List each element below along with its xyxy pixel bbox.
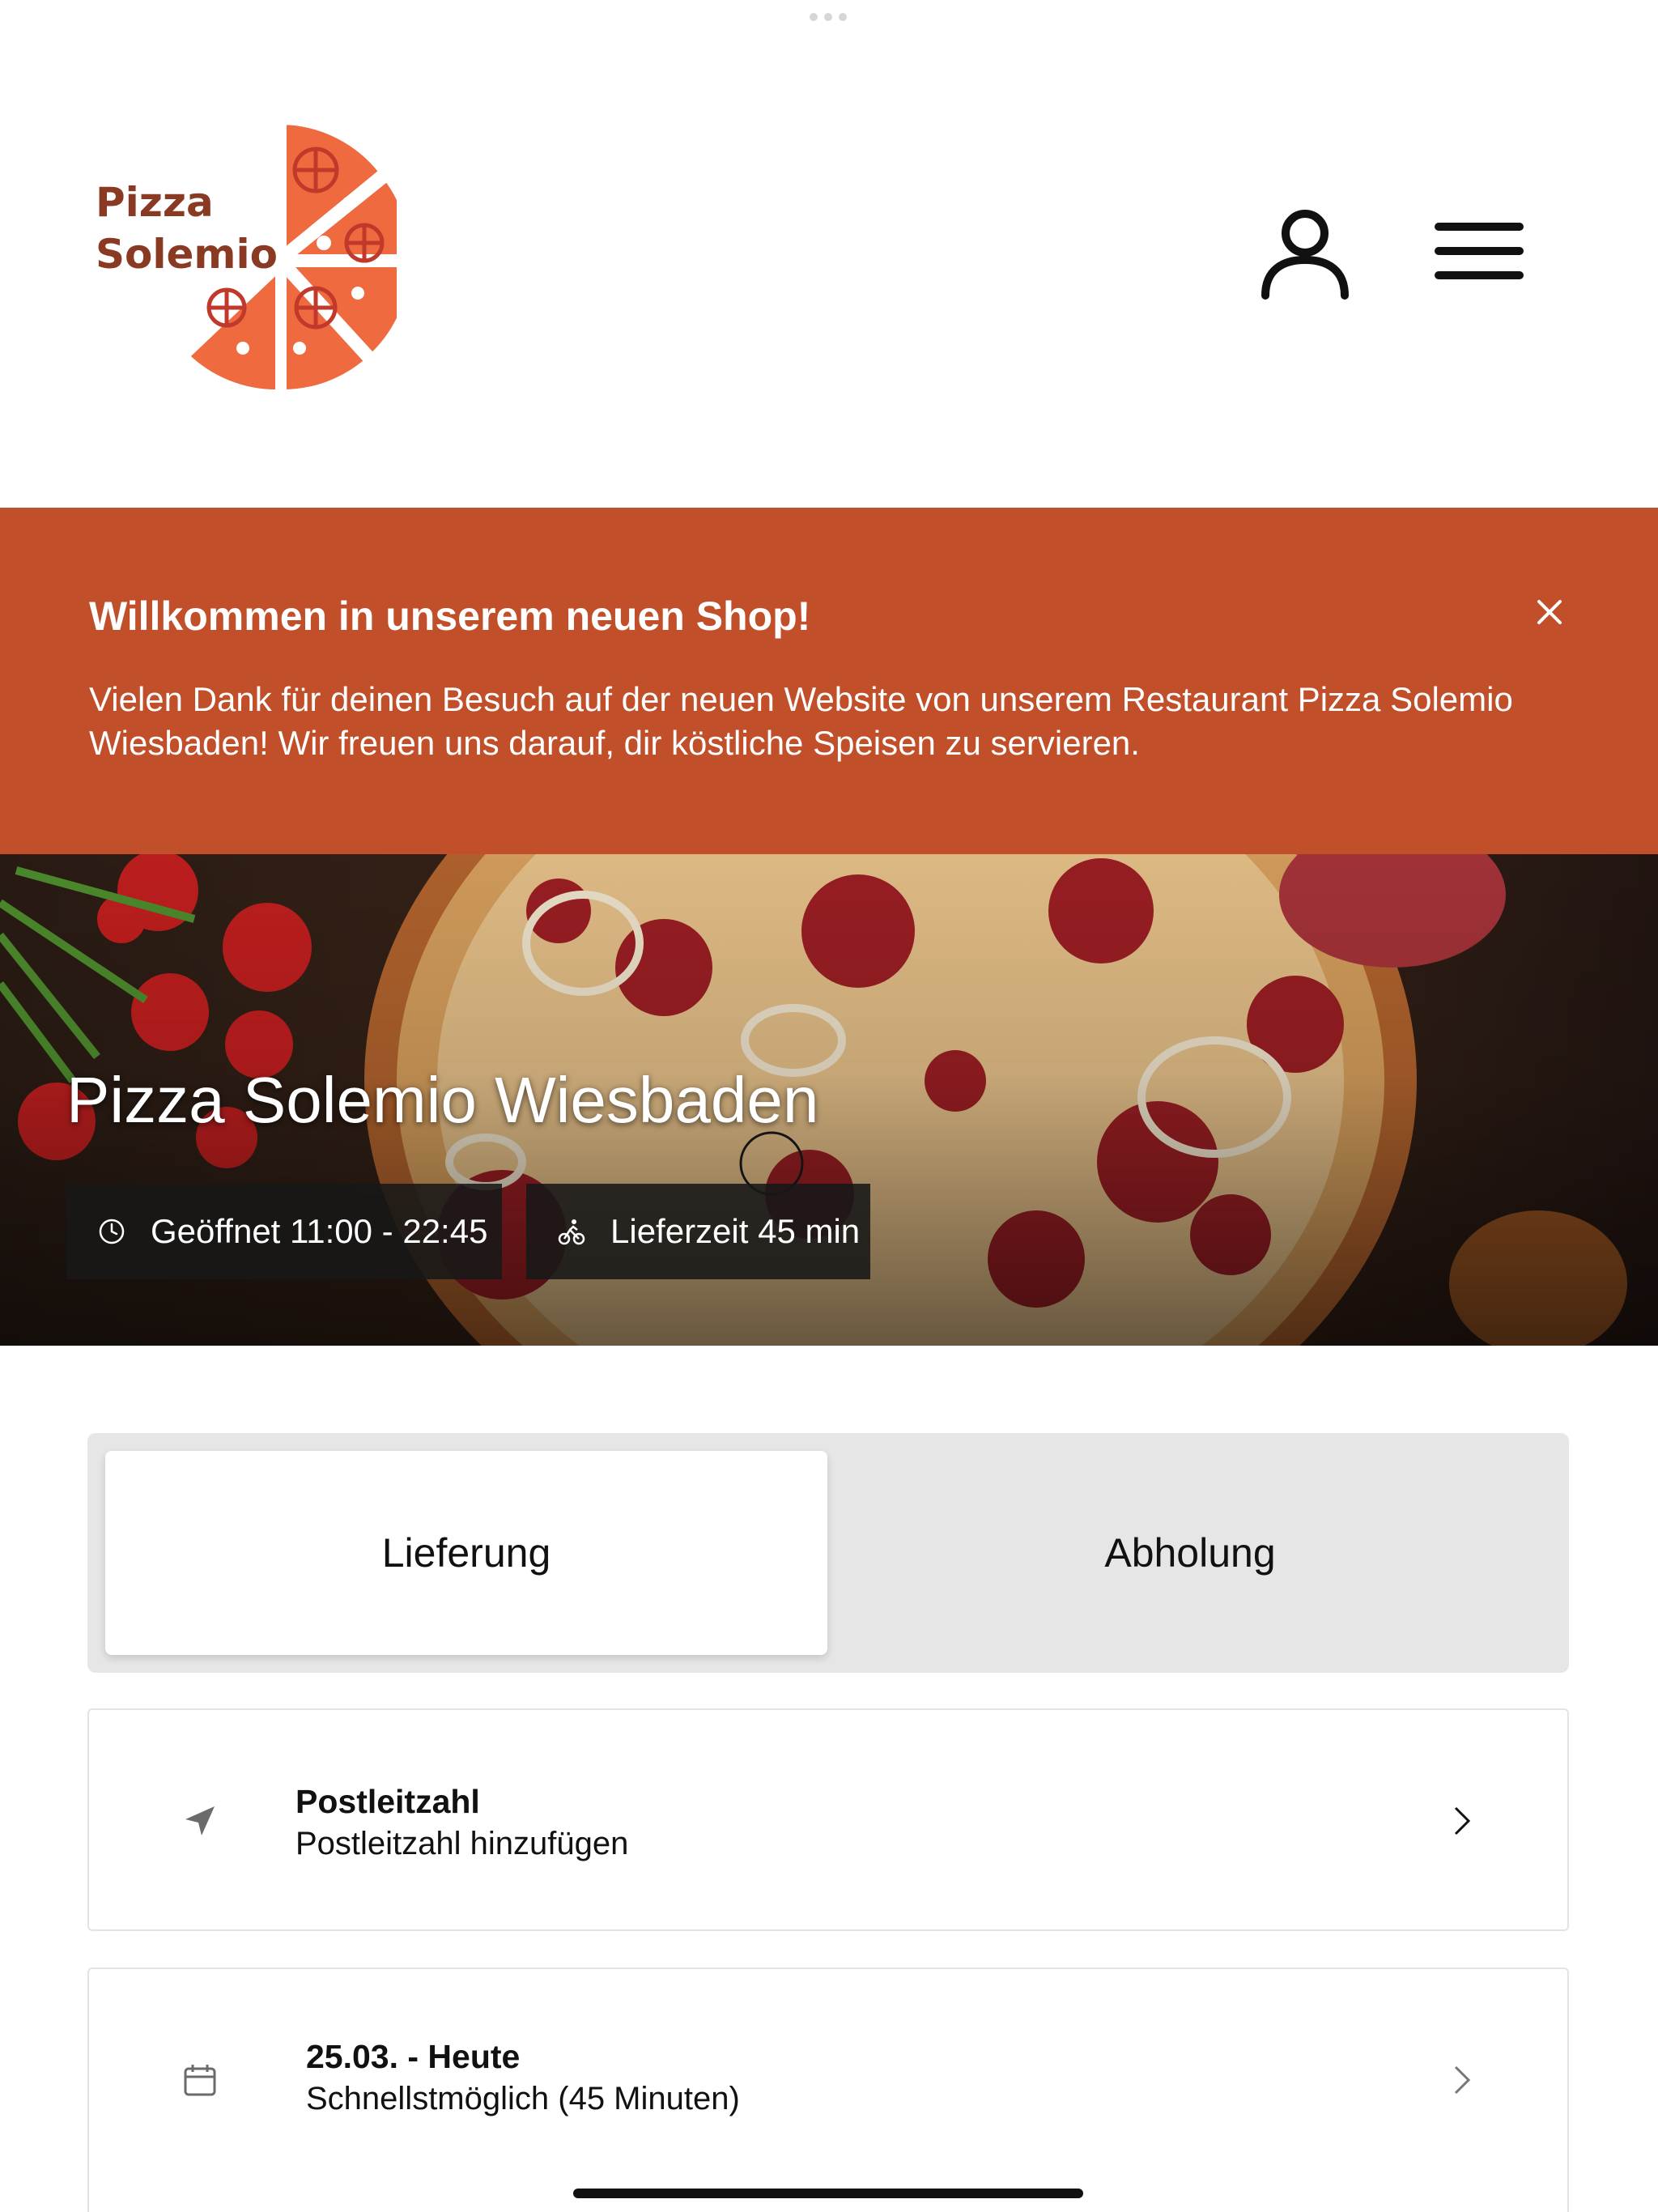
delivery-time-badge: Lieferzeit 45 min (526, 1184, 870, 1279)
restaurant-name: Pizza Solemio Wiesbaden (66, 1064, 819, 1136)
opening-hours-badge: Geöffnet 11:00 - 22:45 (66, 1184, 502, 1279)
schedule-title: 25.03. - Heute (306, 2038, 521, 2075)
postcode-card[interactable]: Postleitzahl Postleitzahl hinzufügen (87, 1708, 1569, 1931)
schedule-subtitle: Schnellstmöglich (45 Minuten) (306, 2081, 740, 2116)
location-arrow-icon (185, 1806, 215, 1836)
home-indicator[interactable] (573, 2189, 1083, 2198)
calendar-icon (184, 2065, 216, 2096)
page: Pizza Solemio Willkommen in unserem neue… (0, 0, 1658, 2212)
clock-icon (99, 1219, 125, 1244)
welcome-banner: Willkommen in unserem neuen Shop! Vielen… (0, 508, 1658, 854)
delivery-time-text: Lieferzeit 45 min (610, 1212, 861, 1250)
pizza-solemio-logo[interactable]: Pizza Solemio (89, 113, 397, 393)
pizza-logo-icon (181, 117, 397, 393)
postcode-subtitle: Postleitzahl hinzufügen (295, 1826, 629, 1861)
account-icon[interactable] (1259, 206, 1352, 300)
banner-title: Willkommen in unserem neuen Shop! (89, 593, 811, 639)
order-mode-toggle: Lieferung Abholung (87, 1433, 1569, 1673)
bike-courier-icon (558, 1219, 585, 1245)
schedule-card[interactable]: 25.03. - Heute Schnellstmöglich (45 Minu… (87, 1967, 1569, 2212)
pickup-option[interactable]: Abholung (829, 1451, 1551, 1655)
hero-section: Pizza Solemio Wiesbaden Geöffnet 11:00 -… (0, 854, 1658, 1346)
banner-text: Vielen Dank für deinen Besuch auf der ne… (89, 680, 1513, 762)
close-icon[interactable] (1533, 595, 1567, 629)
hamburger-menu-icon[interactable] (1435, 219, 1524, 283)
postcode-title: Postleitzahl (295, 1783, 480, 1820)
header: Pizza Solemio (0, 0, 1658, 508)
opening-hours-text: Geöffnet 11:00 - 22:45 (151, 1212, 488, 1250)
chevron-right-icon (1454, 1806, 1471, 1836)
delivery-option[interactable]: Lieferung (105, 1451, 827, 1655)
chevron-right-icon (1454, 2065, 1471, 2095)
